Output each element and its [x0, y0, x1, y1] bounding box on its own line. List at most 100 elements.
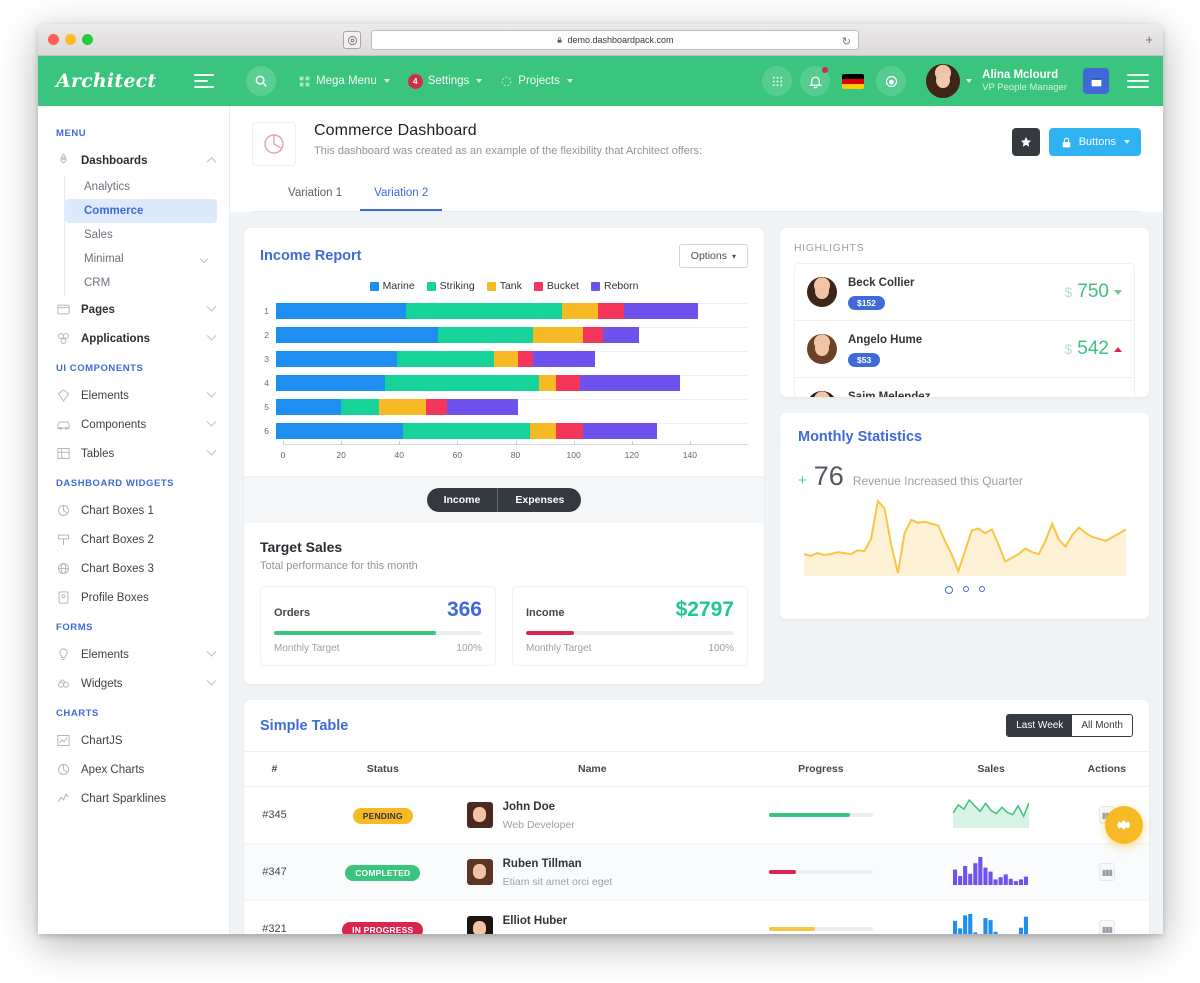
language-button[interactable] — [838, 66, 868, 96]
right-menu-toggle[interactable] — [1127, 74, 1149, 88]
apps-grid-button[interactable] — [762, 66, 793, 96]
monthly-sparkline — [780, 498, 1149, 576]
sidebar-item-chart-boxes-2[interactable]: Chart Boxes 2 — [38, 525, 229, 554]
new-tab-button[interactable]: + — [1145, 32, 1153, 47]
minimize-window-button[interactable] — [65, 34, 76, 45]
lock-icon — [1062, 137, 1070, 147]
period-segmented-control[interactable]: Last Week All Month — [1006, 714, 1133, 737]
bell-icon — [808, 76, 822, 88]
row-role: Web Developer — [502, 819, 575, 831]
bar-row: 6 — [260, 420, 748, 442]
table-column-header: Actions — [1064, 752, 1149, 787]
brand-zone: Architect — [38, 56, 230, 106]
row-action-button[interactable]: ▮▮▮ — [1098, 920, 1115, 934]
star-icon — [1020, 137, 1031, 147]
sidebar-item-tables[interactable]: Tables — [38, 439, 229, 468]
highlight-item[interactable]: Saim Melendez$239 $874 — [795, 378, 1134, 397]
bar-segment — [276, 351, 397, 367]
sidebar-item-components[interactable]: Components — [38, 410, 229, 439]
legend-item[interactable]: Reborn — [590, 280, 638, 292]
bar-segment — [556, 375, 580, 391]
avatar — [466, 802, 493, 828]
sidebar-toggle-button[interactable] — [194, 74, 214, 88]
nav-item-label: Settings — [427, 75, 470, 87]
highlight-item[interactable]: Angelo Hume $53 $542 — [795, 321, 1134, 378]
search-icon — [255, 75, 267, 87]
income-chart: 1 2 3 4 5 6 0 20 40 60 80 100 120 140 — [244, 300, 764, 476]
card-icon — [58, 591, 69, 604]
status-badge: IN PROGRESS — [342, 922, 424, 934]
legend-item[interactable]: Marine — [369, 280, 415, 292]
options-button[interactable]: Options ▾ — [678, 244, 748, 268]
carousel-dot[interactable] — [944, 586, 953, 594]
kpi-foot-right: 100% — [708, 643, 734, 654]
legend-swatch — [369, 281, 379, 291]
row-name: John Doe — [502, 801, 556, 813]
tab-variation-1[interactable]: Variation 1 — [274, 180, 356, 211]
bar-row: 1 — [260, 300, 748, 322]
globe-icon — [58, 563, 69, 574]
legend-item[interactable]: Tank — [486, 280, 522, 292]
legend-item[interactable]: Striking — [426, 280, 475, 292]
table-row[interactable]: #345 PENDING John DoeWeb Developer ▮▮▮ — [244, 786, 1149, 844]
sidebar-item-pages[interactable]: Pages — [38, 295, 229, 324]
toggle-income[interactable]: Income — [427, 488, 498, 512]
maximize-window-button[interactable] — [82, 34, 93, 45]
sidebar-item-applications[interactable]: Applications — [38, 324, 229, 353]
window-controls[interactable] — [48, 34, 93, 45]
sidebar-item-dashboards[interactable]: Dashboards — [38, 146, 229, 175]
calendar-button[interactable] — [1083, 68, 1109, 94]
sidebar-item-chart-boxes-3[interactable]: Chart Boxes 3 — [38, 554, 229, 583]
sidebar-item-commerce[interactable]: Commerce — [65, 199, 217, 223]
sidebar-item-label: Chart Boxes 1 — [81, 504, 154, 517]
settings-fab-button[interactable] — [1105, 806, 1143, 844]
nav-item-label: Mega Menu — [316, 75, 377, 87]
carousel-dot[interactable] — [962, 586, 969, 592]
carousel-dot[interactable] — [978, 586, 985, 592]
shield-icon[interactable] — [343, 31, 361, 49]
sidebar-item-chart-boxes-1[interactable]: Chart Boxes 1 — [38, 496, 229, 525]
buttons-dropdown[interactable]: Buttons — [1048, 128, 1141, 156]
address-bar[interactable]: demo.dashboardpack.com ↻ — [371, 30, 859, 50]
sidebar-item-minimal[interactable]: Minimal — [65, 247, 217, 271]
notifications-button[interactable] — [800, 66, 831, 96]
toggle-expenses[interactable]: Expenses — [497, 488, 581, 512]
carousel-dots[interactable] — [780, 576, 1149, 594]
table-row[interactable]: #347 COMPLETED Ruben Tillman Etiam sit am… — [244, 843, 1149, 901]
bar-segment — [379, 399, 427, 415]
page-header: Commerce Dashboard This dashboard was cr… — [230, 106, 1163, 212]
sidebar-item-chart-sparklines[interactable]: Chart Sparklines — [38, 784, 229, 813]
tab-variation-2[interactable]: Variation 2 — [360, 180, 443, 211]
sidebar-item-sales[interactable]: Sales — [65, 223, 217, 247]
page-title: Commerce Dashboard — [314, 122, 477, 139]
sidebar-item-profile-boxes[interactable]: Profile Boxes — [38, 583, 229, 612]
search-button[interactable] — [246, 66, 276, 96]
row-action-button[interactable]: ▮▮▮ — [1098, 863, 1115, 881]
axis-tick-label: 0 — [280, 450, 286, 460]
legend-item[interactable]: Bucket — [533, 280, 579, 292]
segment-last-week[interactable]: Last Week — [1007, 715, 1073, 736]
segment-all-month[interactable]: All Month — [1072, 715, 1132, 736]
sidebar-item-label: Chart Sparklines — [81, 792, 167, 805]
user-menu[interactable]: Alina Mclourd VP People Manager — [926, 64, 1067, 98]
sidebar-item-crm[interactable]: CRM — [65, 271, 217, 295]
sidebar-item-apex-charts[interactable]: Apex Charts — [38, 755, 229, 784]
table-row[interactable]: #321 IN PROGRESS Elliot Huber Lorem ipsum… — [244, 900, 1149, 934]
sidebar-item-form-elements[interactable]: Elements — [38, 640, 229, 669]
simple-table-title: Simple Table — [260, 717, 349, 734]
close-window-button[interactable] — [48, 34, 59, 45]
reload-icon[interactable]: ↻ — [842, 35, 851, 48]
legend-swatch — [590, 281, 600, 291]
nav-item-settings[interactable]: 4 Settings — [407, 73, 483, 89]
highlight-item[interactable]: Beck Collier $152 $750 — [795, 264, 1134, 321]
favorite-button[interactable] — [1011, 128, 1040, 156]
nav-item-mega-menu[interactable]: Mega Menu — [298, 75, 390, 88]
sidebar-item-analytics[interactable]: Analytics — [65, 175, 217, 199]
nav-item-projects[interactable]: Projects — [500, 75, 573, 88]
app-logo[interactable]: Architect — [56, 70, 156, 92]
income-expenses-toggle[interactable]: Income Expenses — [244, 476, 764, 523]
sidebar-item-ui-elements[interactable]: Elements — [38, 381, 229, 410]
theme-button[interactable] — [876, 66, 907, 96]
sidebar-item-chartjs[interactable]: ChartJS — [38, 726, 229, 755]
sidebar-item-form-widgets[interactable]: Widgets — [38, 669, 229, 698]
